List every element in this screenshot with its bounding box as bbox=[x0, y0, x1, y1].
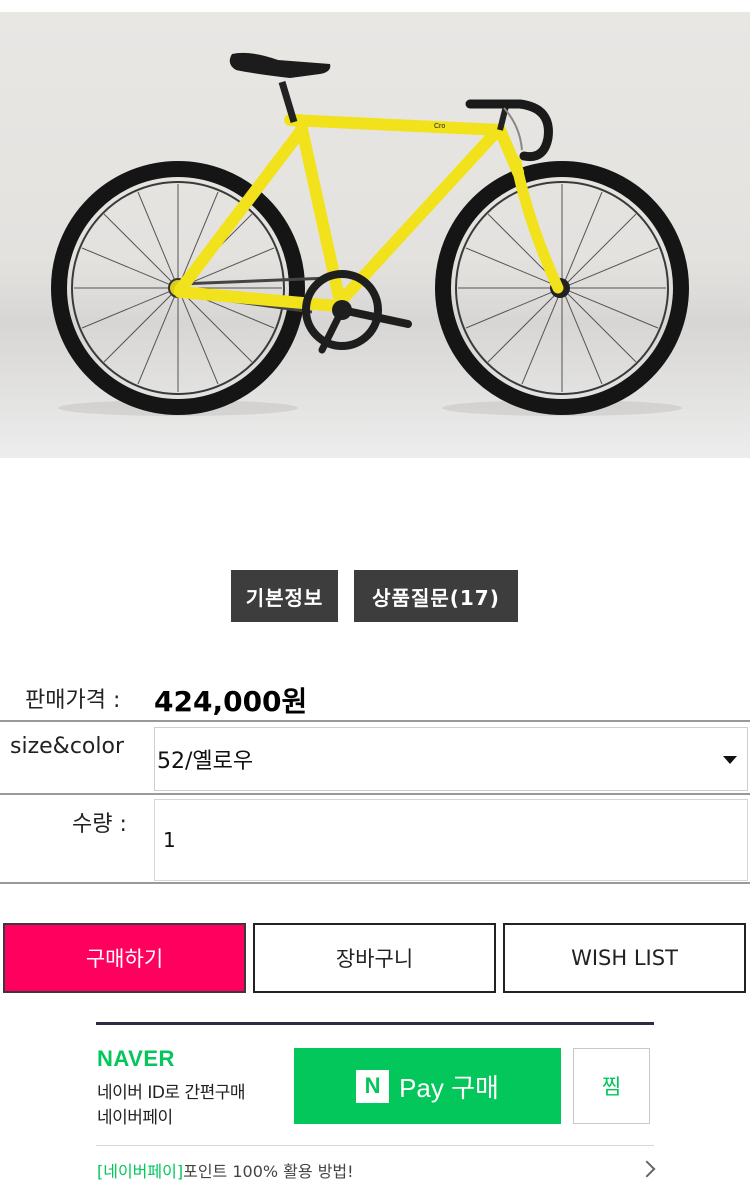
price-label: 판매가격 : bbox=[25, 688, 121, 713]
cart-button[interactable]: 장바구니 bbox=[253, 923, 496, 993]
dropdown-arrow-icon bbox=[723, 756, 737, 764]
tab-product-questions[interactable]: 상품질문(17) bbox=[354, 570, 518, 622]
naver-pay-label: Pay 구매 bbox=[399, 1072, 499, 1103]
frame-brand-text: Cro bbox=[434, 123, 446, 130]
buy-button[interactable]: 구매하기 bbox=[3, 923, 246, 993]
product-image: Cro bbox=[0, 12, 750, 458]
quantity-label: 수량 : bbox=[72, 812, 127, 837]
size-color-selected: 52/옐로우 bbox=[157, 749, 254, 774]
zzim-button[interactable]: 찜 bbox=[573, 1048, 650, 1124]
naver-pay-divider bbox=[96, 1022, 654, 1025]
chevron-right-icon[interactable] bbox=[638, 1160, 656, 1178]
naver-pay-promo-text: 포인트 100% 활용 방법! bbox=[183, 1162, 354, 1181]
tab-basic-info[interactable]: 기본정보 bbox=[231, 570, 338, 622]
naver-logo: NAVER bbox=[97, 1046, 175, 1071]
divider bbox=[0, 793, 750, 795]
naver-pay-promo-tag: [네이버페이] bbox=[97, 1162, 184, 1181]
quantity-value: 1 bbox=[163, 828, 176, 852]
bicycle-illustration bbox=[0, 52, 750, 458]
naver-pay-divider bbox=[96, 1145, 654, 1146]
wish-list-button[interactable]: WISH LIST bbox=[503, 923, 746, 993]
divider bbox=[0, 720, 750, 722]
quantity-input[interactable]: 1 bbox=[154, 799, 748, 881]
size-color-label: size&color bbox=[10, 734, 124, 759]
naver-pay-button[interactable]: N Pay 구매 bbox=[294, 1048, 561, 1124]
naver-pay-name: 네이버페이 bbox=[97, 1108, 173, 1128]
naver-n-icon: N bbox=[356, 1069, 390, 1103]
divider bbox=[0, 882, 750, 884]
naver-pay-promo-link[interactable]: [네이버페이]포인트 100% 활용 방법! bbox=[97, 1158, 354, 1182]
size-color-select[interactable]: 52/옐로우 bbox=[154, 727, 748, 791]
naver-pay-description: 네이버 ID로 간편구매 bbox=[97, 1083, 246, 1103]
price-value: 424,000원 bbox=[154, 685, 308, 718]
